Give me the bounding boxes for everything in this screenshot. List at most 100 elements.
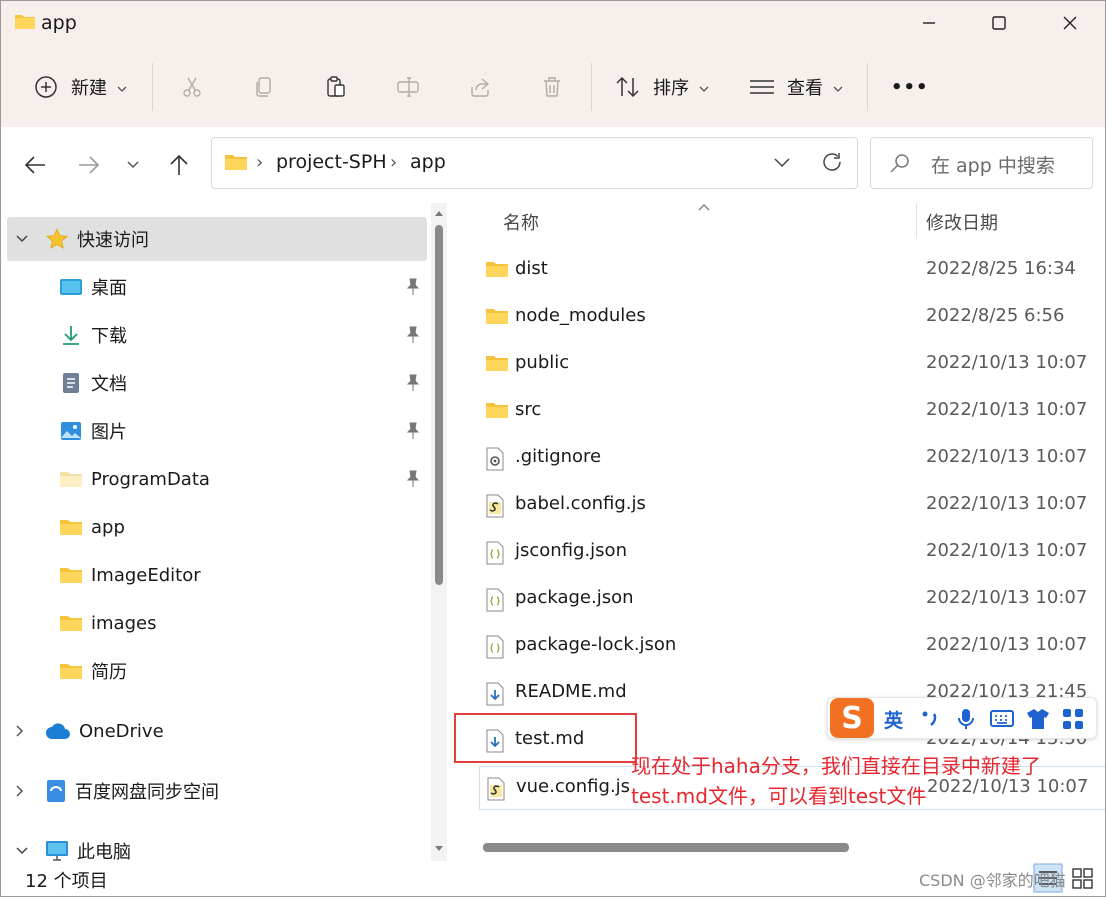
pin-icon[interactable] (405, 374, 421, 396)
scissors-icon (179, 74, 205, 100)
scrollbar-thumb[interactable] (435, 225, 443, 585)
nav-label: OneDrive (79, 720, 164, 742)
file-row[interactable]: src 2022/10/13 10:07 (479, 390, 1105, 434)
nav-item-desktop[interactable]: 桌面 (7, 265, 427, 309)
chevron-right-icon[interactable] (15, 784, 31, 798)
computer-icon (45, 840, 69, 862)
clipboard-icon (323, 74, 349, 100)
more-options-button[interactable]: ••• (891, 67, 929, 107)
file-name: dist (515, 258, 548, 279)
nav-item-app[interactable]: app (7, 505, 427, 549)
nav-item-imageeditor[interactable]: ImageEditor (7, 553, 427, 597)
chevron-down-icon[interactable] (15, 234, 31, 244)
highlight-box (454, 713, 637, 763)
nav-item-pictures[interactable]: 图片 (7, 409, 427, 453)
nav-item-baidu[interactable]: 百度网盘同步空间 (7, 769, 427, 813)
breadcrumb-app[interactable]: app (410, 151, 446, 173)
delete-button[interactable] (539, 67, 565, 107)
file-row[interactable]: package.json 2022/10/13 10:07 (479, 578, 1105, 622)
view-button[interactable]: 查看 (749, 67, 843, 107)
address-bar[interactable]: › project-SPH › app (211, 137, 858, 189)
column-header-modified[interactable]: 修改日期 (926, 209, 998, 235)
sogou-logo-icon[interactable]: S (830, 698, 874, 738)
settings-file-icon (485, 447, 505, 475)
file-name: node_modules (515, 305, 646, 326)
close-button[interactable] (1035, 1, 1105, 45)
file-name: .gitignore (515, 446, 602, 467)
file-name: package-lock.json (515, 634, 677, 655)
nav-item-documents[interactable]: 文档 (7, 361, 427, 405)
file-row[interactable]: .gitignore 2022/10/13 10:07 (479, 437, 1105, 481)
copy-button[interactable] (251, 67, 277, 107)
grid-menu-icon[interactable] (1062, 708, 1084, 734)
pin-icon[interactable] (405, 470, 421, 492)
share-icon (467, 74, 493, 100)
folder-icon (224, 152, 248, 176)
file-row[interactable]: public 2022/10/13 10:07 (479, 343, 1105, 387)
new-button[interactable]: 新建 (33, 67, 127, 107)
sort-button[interactable]: 排序 (615, 67, 709, 107)
address-dropdown-icon[interactable] (772, 152, 792, 176)
markdown-file-icon (485, 682, 505, 710)
nav-item-resume[interactable]: 简历 (7, 649, 427, 693)
column-header-name[interactable]: 名称 (503, 209, 539, 235)
nav-item-programdata[interactable]: ProgramData (7, 457, 427, 501)
maximize-button[interactable] (964, 1, 1034, 45)
pin-icon[interactable] (405, 326, 421, 348)
maximize-icon (992, 16, 1006, 30)
nav-quick-access[interactable]: 快速访问 (7, 217, 427, 261)
view-label: 查看 (787, 78, 823, 99)
nav-label: 下载 (91, 326, 127, 347)
folder-icon (14, 12, 36, 34)
up-button[interactable] (163, 149, 195, 181)
back-button[interactable] (19, 149, 51, 181)
file-row[interactable]: package-lock.json 2022/10/13 10:07 (479, 625, 1105, 669)
explorer-window: app 新建 排序 查看 ••• › project-SPH › app 在 a… (0, 0, 1106, 897)
file-row[interactable]: jsconfig.json 2022/10/13 10:07 (479, 531, 1105, 575)
navigation-scrollbar[interactable] (431, 203, 447, 861)
file-modified-date: 2022/10/13 10:07 (926, 493, 1088, 514)
punctuation-icon[interactable] (920, 708, 940, 734)
cut-button[interactable] (179, 67, 205, 107)
chevron-down-icon[interactable] (15, 846, 31, 856)
keyboard-icon[interactable] (990, 708, 1014, 732)
file-row[interactable]: node_modules 2022/8/25 6:56 (479, 296, 1105, 340)
file-row[interactable]: babel.config.js 2022/10/13 10:07 (479, 484, 1105, 528)
nav-item-onedrive[interactable]: OneDrive (7, 709, 427, 753)
scroll-up-icon (435, 211, 443, 216)
json-file-icon (485, 588, 505, 616)
file-name: public (515, 352, 570, 373)
file-row[interactable]: dist 2022/8/25 16:34 (479, 249, 1105, 293)
file-modified-date: 2022/10/13 10:07 (926, 446, 1088, 467)
search-icon (889, 152, 911, 178)
column-divider[interactable] (916, 203, 917, 239)
file-modified-date: 2022/8/25 16:34 (926, 258, 1076, 279)
chevron-right-icon[interactable] (15, 724, 31, 738)
nav-item-downloads[interactable]: 下载 (7, 313, 427, 357)
pin-icon[interactable] (405, 278, 421, 300)
minimize-button[interactable] (894, 1, 964, 45)
trash-icon (539, 74, 565, 100)
skin-shirt-icon[interactable] (1026, 708, 1050, 734)
watermark: CSDN @邻家的吧猫 (919, 871, 1066, 890)
nav-label: 简历 (91, 662, 127, 683)
rename-button[interactable] (395, 67, 421, 107)
ime-mode-toggle[interactable]: 英 (884, 706, 903, 733)
minimize-icon (923, 22, 935, 24)
cloud-icon (45, 722, 71, 740)
horizontal-scrollbar-thumb[interactable] (483, 843, 849, 852)
paste-button[interactable] (323, 67, 349, 107)
file-name: src (515, 399, 542, 420)
nav-item-images[interactable]: images (7, 601, 427, 645)
breadcrumb-separator: › (256, 152, 264, 173)
thumbnail-view-button[interactable] (1067, 863, 1097, 893)
breadcrumb-project-sph[interactable]: project-SPH (276, 151, 387, 173)
search-box[interactable]: 在 app 中搜索 (870, 137, 1093, 189)
share-button[interactable] (467, 67, 493, 107)
file-name: jsconfig.json (515, 540, 627, 561)
recent-locations-button[interactable] (117, 149, 149, 181)
refresh-icon[interactable] (820, 150, 844, 178)
forward-button[interactable] (73, 149, 105, 181)
microphone-icon[interactable] (956, 708, 976, 734)
pin-icon[interactable] (405, 422, 421, 444)
